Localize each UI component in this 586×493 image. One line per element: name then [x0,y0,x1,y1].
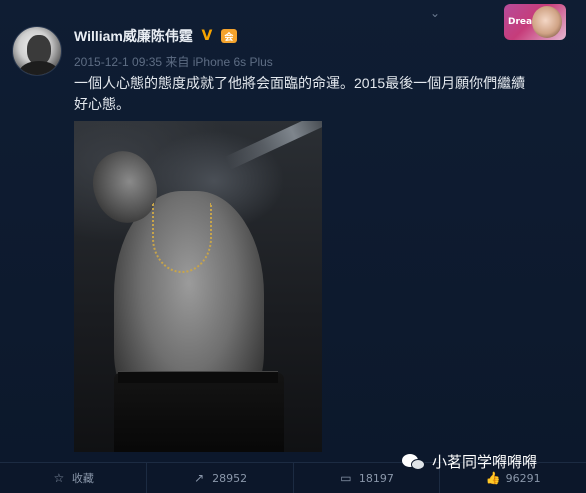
post-text: 一個人心態的態度成就了他將会面臨的命運。2015最後一個月願你們繼續好心態。 [74,75,526,112]
repost-button[interactable]: ↗ 28952 [145,463,293,493]
name-row: William威廉陈伟霆 V 会 [74,26,237,46]
thumbs-up-icon: 👍 [485,471,501,485]
verified-v-icon: V [201,28,213,44]
photo-chain [152,203,212,273]
stage-light [224,121,322,170]
username[interactable]: William威廉陈伟霆 [74,26,193,46]
post-meta: 2015-12-1 09:35 来自 iPhone 6s Plus [74,53,273,70]
weibo-post-card: William威廉陈伟霆 V 会 ⌄ 2015-12-1 09:35 来自 iP… [0,0,586,493]
badge-avatar [532,6,562,38]
like-count: 96291 [505,471,541,485]
user-avatar[interactable] [12,26,62,76]
dream-badge[interactable]: Dream [504,4,566,40]
repost-count: 28952 [212,471,248,485]
repost-icon: ↗ [194,471,205,485]
post-photo[interactable] [74,121,322,452]
watermark-text: 小茗同学嘚嘚嘚 [432,453,538,471]
comment-count: 18197 [358,471,394,485]
photo-belt [118,371,278,383]
post-timestamp[interactable]: 2015-12-1 09:35 [74,55,162,69]
favorite-label: 收藏 [71,472,94,485]
star-icon: ☆ [53,471,65,485]
wechat-watermark: 小茗同学嘚嘚嘚 [402,451,537,472]
favorite-button[interactable]: ☆ 收藏 [0,463,146,493]
avatar-body [19,61,59,75]
post-source: 来自 iPhone 6s Plus [165,55,273,69]
wechat-icon [402,452,426,472]
photo-jeans [114,373,284,452]
comment-icon: ▭ [340,471,352,485]
chevron-down-icon[interactable]: ⌄ [430,6,440,20]
member-icon[interactable]: 会 [220,29,237,43]
